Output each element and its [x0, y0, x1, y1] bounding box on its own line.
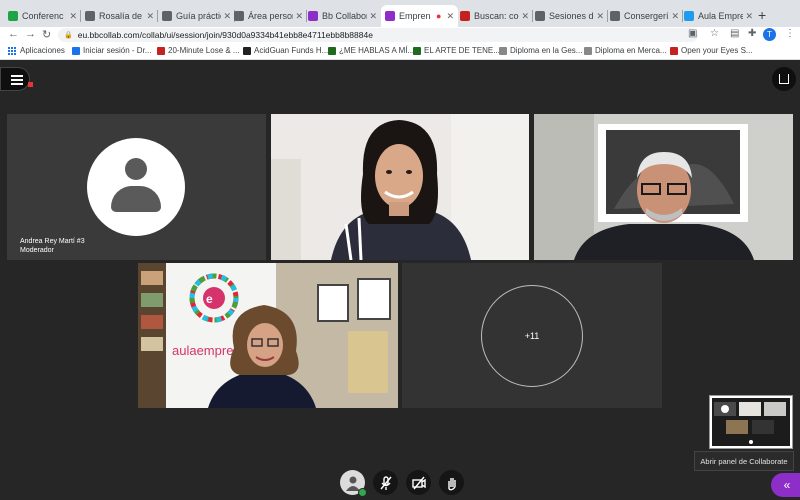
browser-tab[interactable]: Área person ✕: [230, 5, 307, 27]
recording-icon: ●: [436, 11, 442, 21]
tab-favicon-icon: [308, 11, 318, 21]
collaborate-session: Andrea Rey Martí #3 Moderador e aulaempr…: [0, 60, 800, 500]
close-icon[interactable]: ✕: [369, 11, 377, 22]
microphone-muted-icon: [379, 475, 392, 490]
bookmark-item[interactable]: Diploma en la Ges...: [499, 46, 582, 55]
new-tab-button[interactable]: +: [758, 7, 766, 23]
bookmark-apps[interactable]: Aplicaciones: [8, 46, 65, 55]
status-online-icon: [358, 488, 367, 497]
panel-tooltip: Abrir panel de Collaborate: [694, 451, 794, 471]
tab-favicon-icon: [460, 11, 470, 21]
youtube-icon: [670, 46, 678, 55]
participant-video-tile[interactable]: [271, 114, 529, 260]
tab-favicon-icon: [610, 11, 620, 21]
camera-icon[interactable]: ▣: [688, 28, 697, 39]
collaborate-panel-preview[interactable]: [709, 395, 793, 449]
more-menu-icon[interactable]: ⋮: [785, 28, 795, 39]
bookmark-favicon-icon: [584, 46, 592, 55]
close-icon[interactable]: ✕: [446, 11, 454, 22]
session-controls: [340, 470, 464, 497]
share-video-button[interactable]: [406, 470, 431, 495]
browser-tab-bar: Conferenc ✕ Rosalía de ✕ Guía práctic ✕ Áre…: [0, 0, 800, 27]
bookmark-item[interactable]: Open your Eyes S...: [670, 46, 753, 55]
share-audio-button[interactable]: [373, 470, 398, 495]
chevron-left-icon: «: [783, 478, 791, 492]
browser-tab[interactable]: Bb Collabor ✕: [304, 5, 381, 27]
back-icon[interactable]: ←: [8, 28, 19, 40]
amazon-icon: [243, 46, 251, 55]
close-icon[interactable]: ✕: [69, 11, 77, 22]
bookmark-item[interactable]: EL ARTE DE TENE...: [413, 46, 500, 55]
browser-tab[interactable]: Conferenc ✕: [4, 5, 81, 27]
video-feed: [271, 114, 529, 260]
browser-tab[interactable]: Consergería ✕: [606, 5, 683, 27]
video-feed: [534, 114, 793, 260]
lock-icon: 🔒: [64, 32, 73, 39]
browser-tab[interactable]: Aula Empre ✕: [680, 5, 757, 27]
tab-favicon-icon: [162, 11, 172, 21]
video-feed: e aulaempresa: [138, 263, 398, 408]
participant-role: Moderador: [20, 247, 54, 254]
browser-toolbar: ← → ↻ 🔒 eu.bbcollab.com/collab/ui/sessio…: [0, 27, 800, 43]
camera-muted-icon: [411, 476, 426, 489]
tab-favicon-icon: [85, 11, 95, 21]
bookmark-item[interactable]: Diploma en Merca...: [584, 46, 667, 55]
more-participants-tile[interactable]: +11: [402, 263, 662, 408]
tab-favicon-icon: [684, 11, 694, 21]
bookmark-item[interactable]: AcidGuan Funds H...: [243, 46, 328, 55]
browser-tab[interactable]: Rosalía de ✕: [81, 5, 158, 27]
profile-avatar[interactable]: T: [763, 28, 776, 41]
bookmark-item[interactable]: 20-Minute Lose & ...: [157, 46, 240, 55]
bookmark-item[interactable]: Iniciar sesión - Dr...: [72, 46, 151, 55]
tab-favicon-icon: [535, 11, 545, 21]
hamburger-icon: [11, 75, 23, 77]
participant-tile[interactable]: Andrea Rey Martí #3 Moderador: [7, 114, 266, 260]
forward-icon[interactable]: →: [25, 28, 36, 40]
close-icon[interactable]: ✕: [146, 11, 154, 22]
extension-icon[interactable]: ▤: [730, 28, 739, 39]
bookmark-favicon-icon: [413, 46, 421, 55]
participant-video-tile[interactable]: e aulaempresa: [138, 263, 398, 408]
close-icon[interactable]: ✕: [295, 11, 303, 22]
session-menu-button[interactable]: [0, 67, 30, 91]
user-silhouette-icon: [125, 158, 147, 180]
bookmark-item[interactable]: ¿ME HABLAS A MÍ...: [328, 46, 414, 55]
bookmarks-bar: Aplicaciones Iniciar sesión - Dr... 20-M…: [0, 43, 800, 60]
bookmark-favicon-icon: [328, 46, 336, 55]
puzzle-icon[interactable]: ✚: [748, 28, 756, 39]
open-panel-button[interactable]: «: [771, 473, 800, 497]
tab-favicon-icon: [234, 11, 244, 21]
avatar: [87, 138, 185, 236]
layout-icon: [779, 74, 789, 84]
reload-icon[interactable]: ↻: [42, 28, 51, 41]
raise-hand-button[interactable]: [439, 470, 464, 495]
layout-toggle-button[interactable]: [772, 67, 796, 91]
recording-indicator-icon: [28, 82, 33, 87]
browser-tab[interactable]: Sesiones de ✕: [531, 5, 608, 27]
close-icon[interactable]: ✕: [596, 11, 604, 22]
user-icon: [345, 476, 360, 491]
address-bar[interactable]: 🔒 eu.bbcollab.com/collab/ui/session/join…: [58, 28, 698, 42]
my-status-button[interactable]: [340, 470, 367, 497]
participant-name: Andrea Rey Martí #3: [20, 238, 85, 245]
youtube-icon: [157, 46, 165, 55]
bookmark-star-icon[interactable]: ☆: [710, 28, 719, 39]
participant-video-tile[interactable]: [534, 114, 793, 260]
url-text: eu.bbcollab.com/collab/ui/session/join/9…: [77, 30, 373, 40]
svg-text:e: e: [206, 292, 213, 306]
tab-favicon-icon: [385, 11, 395, 21]
close-icon[interactable]: ✕: [521, 11, 529, 22]
browser-tab-active[interactable]: Empren ● ✕: [381, 5, 458, 27]
more-participants-count: +11: [524, 331, 540, 341]
bookmark-favicon-icon: [499, 46, 507, 55]
panel-thumbnail: [712, 398, 790, 446]
tab-favicon-icon: [8, 11, 18, 21]
browser-tab[interactable]: Guía práctic ✕: [158, 5, 235, 27]
hand-icon: [447, 477, 456, 490]
dropbox-icon: [72, 46, 80, 55]
browser-tab[interactable]: Buscan: cool✕: [456, 5, 533, 27]
apps-grid-icon: [8, 46, 16, 55]
close-icon[interactable]: ✕: [745, 11, 753, 22]
close-icon[interactable]: ✕: [671, 11, 679, 22]
